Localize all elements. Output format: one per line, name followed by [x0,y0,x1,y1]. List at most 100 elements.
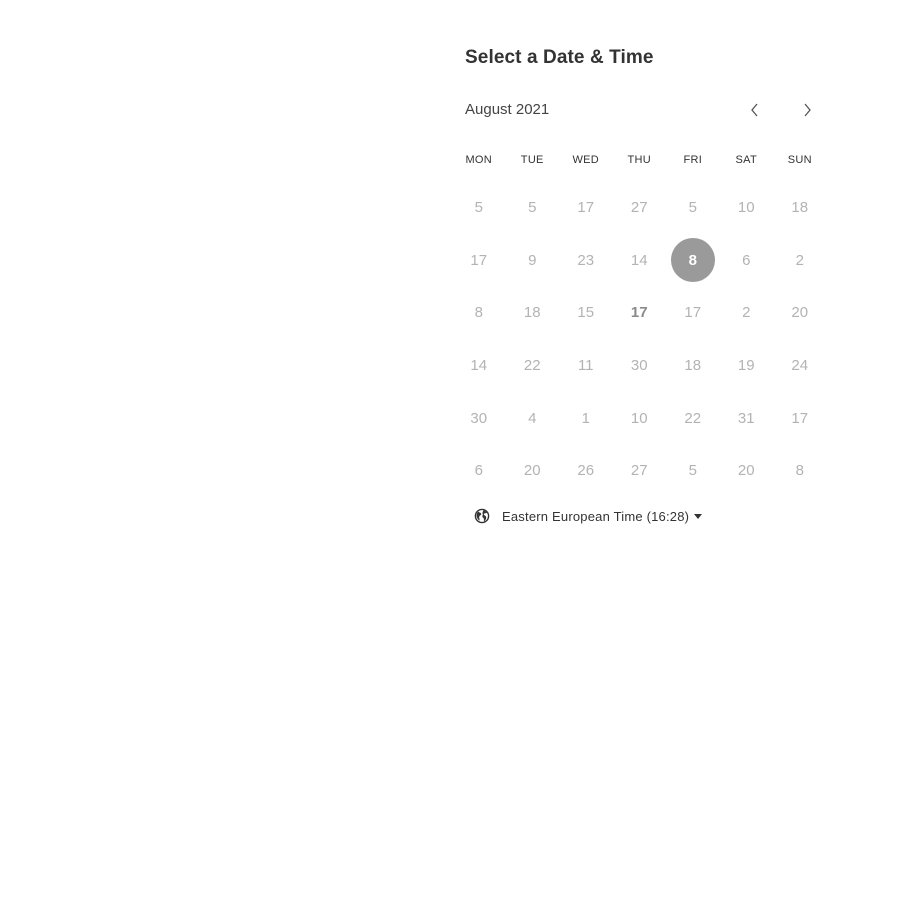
day-number: 17 [791,409,809,427]
calendar-days: 5 5 17 27 5 10 18 17 9 23 14 8 6 2 8 18 … [452,181,825,497]
day-number: 20 [737,462,755,480]
calendar-day[interactable]: 5 [506,181,560,234]
day-number: 26 [577,462,595,480]
calendar-day[interactable]: 10 [720,181,774,234]
chevron-left-icon [751,103,758,117]
day-number: 27 [630,462,648,480]
calendar-day[interactable]: 30 [613,339,667,392]
day-number: 8 [670,238,715,283]
weekday-label: WED [572,154,600,166]
weekday-label: TUE [520,154,544,166]
day-number: 30 [470,409,488,427]
calendar-day[interactable]: 10 [613,392,667,445]
weekday-label: THU [627,154,651,166]
weekday-label: SAT [735,154,757,166]
timezone-selector[interactable]: Eastern European Time (16:28) [474,506,703,526]
calendar-day[interactable]: 17 [666,286,720,339]
calendar-day[interactable]: 24 [773,339,827,392]
calendar-day[interactable]: 9 [506,234,560,287]
timezone-label: Eastern European Time (16:28) [502,508,690,524]
calendar-day[interactable]: 27 [613,181,667,234]
calendar-day[interactable]: 4 [506,392,560,445]
calendar-grid: MON TUE WED THU FRI SAT SUN 5 5 17 27 5 … [465,150,825,497]
day-number: 18 [684,356,702,374]
day-number: 17 [577,198,595,216]
caret-down-icon [694,513,703,519]
calendar-day[interactable]: 6 [720,234,774,287]
day-number: 23 [577,251,595,269]
calendar-day[interactable]: 2 [720,286,774,339]
weekday-label: MON [465,154,493,166]
calendar-day[interactable]: 23 [559,234,613,287]
calendar-day[interactable]: 14 [452,339,506,392]
calendar-day[interactable]: 17 [773,392,827,445]
day-number: 17 [684,304,702,322]
calendar-day[interactable]: 20 [720,444,774,497]
calendar-day[interactable]: 6 [452,444,506,497]
next-month-button[interactable] [795,98,819,122]
calendar-day[interactable]: 11 [559,339,613,392]
day-number: 5 [474,198,483,216]
weekday-label: FRI [683,154,703,166]
day-number: 6 [474,462,483,480]
calendar-day[interactable]: 8 [452,286,506,339]
day-number: 31 [737,409,755,427]
calendar-day[interactable]: 20 [506,444,560,497]
day-number: 30 [630,356,648,374]
day-number: 5 [688,198,697,216]
month-navigation: August 2021 [465,98,825,122]
calendar-day[interactable]: 17 [559,181,613,234]
calendar-day[interactable]: 2 [773,234,827,287]
calendar-day[interactable]: 1 [559,392,613,445]
calendar-day[interactable]: 5 [452,181,506,234]
calendar-day[interactable]: 26 [559,444,613,497]
day-number: 15 [577,304,595,322]
calendar-day[interactable]: 14 [613,234,667,287]
scheduler-panel: Select a Date & Time August 2021 MON TUE… [465,44,825,524]
day-number: 19 [737,356,755,374]
chevron-right-icon [804,103,811,117]
calendar-day[interactable]: 5 [666,181,720,234]
calendar-day-today[interactable]: 17 [613,286,667,339]
day-number: 1 [581,409,590,427]
day-number: 8 [474,304,483,322]
calendar-day[interactable]: 5 [666,444,720,497]
calendar-day[interactable]: 22 [506,339,560,392]
day-number: 4 [528,409,537,427]
weekday-label: SUN [787,154,812,166]
calendar-day[interactable]: 20 [773,286,827,339]
day-number: 18 [523,304,541,322]
day-number: 24 [791,356,809,374]
calendar-day[interactable]: 19 [720,339,774,392]
day-number: 9 [528,251,537,269]
calendar-day-selected[interactable]: 8 [666,234,720,287]
calendar-day[interactable]: 22 [666,392,720,445]
globe-icon [474,508,490,524]
day-number: 5 [688,462,697,480]
calendar-day[interactable]: 18 [773,181,827,234]
calendar-day[interactable]: 31 [720,392,774,445]
day-number: 27 [630,198,648,216]
day-number: 22 [684,409,702,427]
calendar-day[interactable]: 15 [559,286,613,339]
day-number: 10 [630,409,648,427]
calendar-day[interactable]: 8 [773,444,827,497]
day-number: 2 [795,251,804,269]
day-number: 20 [791,304,809,322]
day-number: 2 [742,304,751,322]
calendar-day[interactable]: 27 [613,444,667,497]
day-number: 11 [577,356,594,374]
day-number: 14 [630,251,648,269]
day-number: 10 [737,198,755,216]
day-number: 8 [795,462,804,480]
day-number: 20 [523,462,541,480]
day-number: 6 [742,251,751,269]
previous-month-button[interactable] [743,98,767,122]
calendar-day[interactable]: 18 [506,286,560,339]
weekday-header: MON TUE WED THU FRI SAT SUN [452,150,825,170]
calendar-day[interactable]: 30 [452,392,506,445]
calendar-day[interactable]: 18 [666,339,720,392]
calendar-day[interactable]: 17 [452,234,506,287]
day-number: 17 [470,251,488,269]
day-number: 18 [791,198,809,216]
